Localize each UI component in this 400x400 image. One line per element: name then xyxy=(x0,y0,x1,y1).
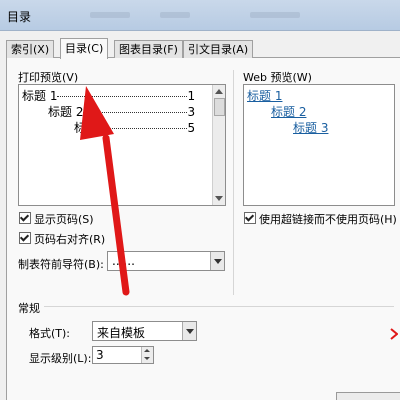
arrow-head xyxy=(80,86,114,140)
red-arrow-annotation-icon xyxy=(80,86,130,296)
toc-dialog: 目录 索引(X) 目录(C) 图表目录(F) 引文目录(A) 打印预览(V) 标… xyxy=(0,0,400,400)
arrow-shaft xyxy=(102,134,130,296)
tab-contents[interactable]: 目录(C) xyxy=(60,38,109,59)
tab-label: 目录(C) xyxy=(65,42,104,55)
